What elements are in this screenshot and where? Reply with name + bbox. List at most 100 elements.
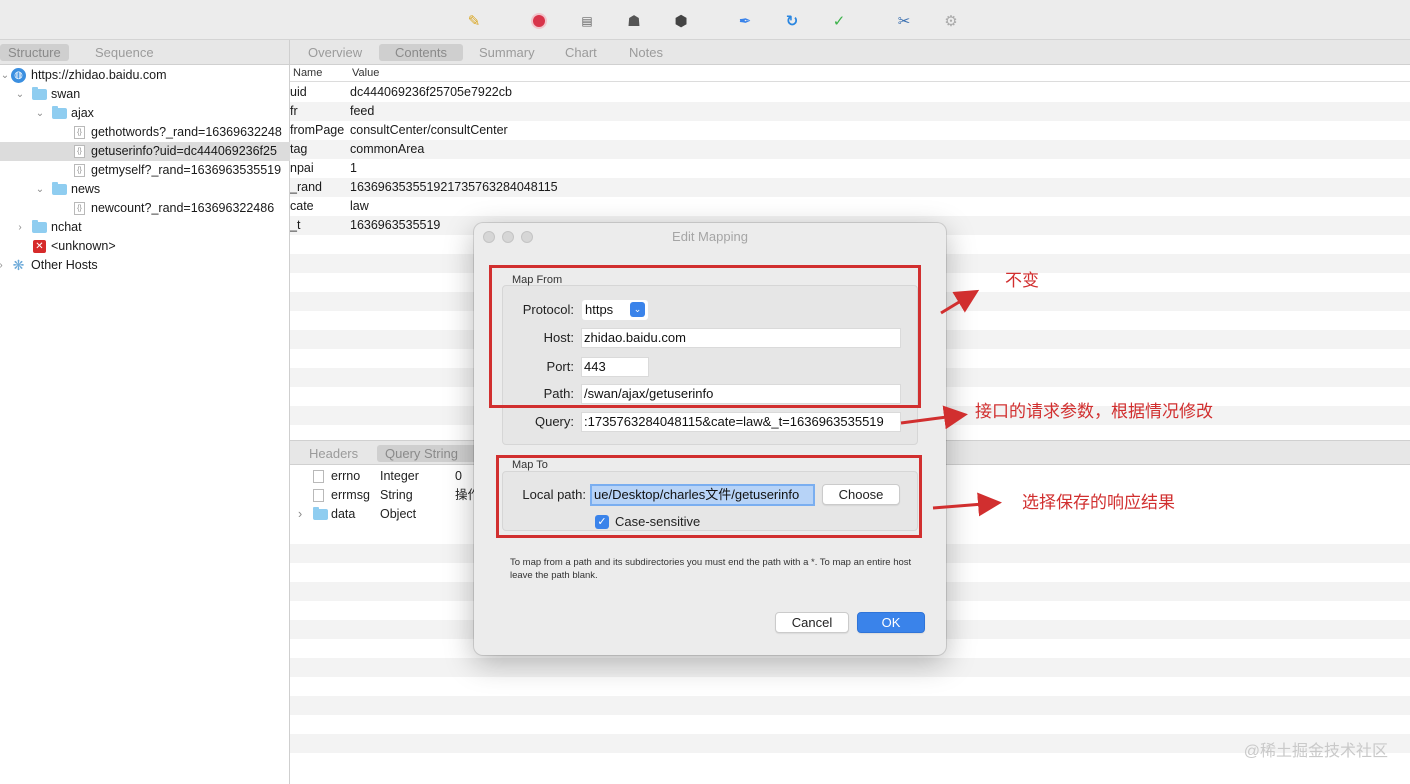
tab-contents[interactable]: Contents — [379, 44, 463, 61]
annotation-unchanged: 不变 — [1005, 271, 1039, 290]
param-row[interactable]: fromPage consultCenter/consultCenter — [290, 121, 1410, 140]
tab-structure[interactable]: Structure — [0, 44, 69, 61]
param-value: law — [350, 199, 369, 213]
param-row[interactable]: npai 1 — [290, 159, 1410, 178]
tree-item-getmyself[interactable]: {} getmyself?_rand=1636963535519 — [0, 161, 290, 180]
ok-button[interactable]: OK — [857, 612, 925, 633]
param-value: dc444069236f25705e7922cb — [350, 85, 512, 99]
annotation-box-map-to — [496, 455, 922, 538]
param-key: tag — [290, 142, 308, 156]
tree-folder-swan[interactable]: ⌄ swan — [0, 85, 290, 104]
tree-item-label: newcount?_rand=163696322486 — [91, 201, 275, 215]
param-row[interactable]: fr feed — [290, 102, 1410, 121]
record-icon[interactable] — [530, 12, 548, 30]
param-value: consultCenter/consultCenter — [350, 123, 508, 137]
param-row[interactable]: _rand 16369635355192173576328404811​5 — [290, 178, 1410, 197]
chevron-down-icon[interactable]: ⌄ — [15, 85, 25, 104]
pen-icon[interactable]: ✒ — [736, 12, 754, 30]
chevron-down-icon[interactable]: ⌄ — [35, 104, 45, 123]
chevron-right-icon[interactable]: › — [15, 218, 25, 237]
error-icon: ✕ — [33, 240, 46, 253]
tab-sequence[interactable]: Sequence — [87, 44, 162, 61]
tab-chart[interactable]: Chart — [557, 44, 605, 61]
file-icon — [313, 489, 324, 502]
tree-item-label: gethotwords?_rand=16369632248 — [91, 125, 282, 139]
query-label: Query: — [534, 414, 574, 429]
param-value: commonArea — [350, 142, 425, 156]
response-type: Integer — [380, 469, 419, 483]
tree-host-label: https://zhidao.baidu.com — [31, 68, 167, 82]
chevron-down-icon[interactable]: ⌄ — [35, 180, 45, 199]
tab-overview[interactable]: Overview — [300, 44, 370, 61]
param-key: _rand — [290, 180, 322, 194]
help-text: To map from a path and its subdirectorie… — [510, 557, 912, 581]
settings-icon[interactable]: ⚙ — [942, 12, 960, 30]
stop-icon[interactable]: ⬢ — [672, 12, 690, 30]
tree-item-label: getuserinfo?uid=dc444069236f25 — [91, 144, 277, 158]
chevron-right-icon[interactable]: › — [298, 505, 302, 524]
folder-icon — [313, 507, 328, 520]
tree-item-label: getmyself?_rand=1636963535519 — [91, 163, 282, 177]
check-icon[interactable]: ✓ — [830, 12, 848, 30]
tree-item-unknown[interactable]: ✕ <unknown> — [0, 237, 290, 256]
folder-icon — [32, 220, 47, 233]
param-value: 16369635355192173576328404811​5 — [350, 180, 558, 194]
dialog-title: Edit Mapping — [672, 229, 748, 244]
param-key: fr — [290, 104, 298, 118]
chevron-right-icon[interactable]: › — [0, 256, 6, 275]
tree-other-hosts[interactable]: › ❋ Other Hosts — [0, 256, 290, 275]
empty-row — [290, 696, 1410, 715]
json-file-icon: {} — [74, 145, 85, 158]
empty-row — [290, 734, 1410, 753]
tab-notes[interactable]: Notes — [621, 44, 671, 61]
tree-item-newcount[interactable]: {} newcount?_rand=163696322486 — [0, 199, 290, 218]
tree-folder-label: news — [71, 182, 101, 196]
tree-item-getuserinfo[interactable]: {} getuserinfo?uid=dc444069236f25 — [0, 142, 290, 161]
watermark: @稀土掘金技术社区 — [1243, 743, 1388, 760]
param-key: uid — [290, 85, 307, 99]
tab-summary[interactable]: Summary — [471, 44, 543, 61]
param-row[interactable]: uid dc444069236f25705e7922cb — [290, 83, 1410, 102]
tab-query-string[interactable]: Query String — [377, 445, 477, 462]
query-input[interactable]: :1735763284048115&cate=law&_t=1636963535… — [581, 412, 901, 432]
tree-host[interactable]: ⌄ ◍ https://zhidao.baidu.com — [0, 66, 290, 85]
param-key: npai — [290, 161, 314, 175]
cancel-button[interactable]: Cancel — [775, 612, 849, 633]
response-value: 0 — [455, 469, 462, 483]
refresh-icon[interactable]: ↻ — [783, 12, 801, 30]
column-value[interactable]: Value — [352, 67, 379, 79]
broom-icon[interactable]: ✎ — [465, 12, 483, 30]
annotation-box-map-from — [489, 265, 921, 408]
column-name[interactable]: Name — [293, 67, 322, 79]
json-file-icon: {} — [74, 164, 85, 177]
column-header: Name Value — [290, 65, 1410, 82]
response-type: Object — [380, 507, 417, 521]
param-value: feed — [350, 104, 375, 118]
tree-folder-label: ajax — [71, 106, 94, 120]
toolbar: ✎ ▤ ☗ ⬢ ✒ ↻ ✓ ✂ ⚙ — [0, 0, 1410, 40]
annotation-select-response: 选择保存的响应结果 — [1022, 493, 1175, 512]
tree-folder-ajax[interactable]: ⌄ ajax — [0, 104, 290, 123]
tab-headers[interactable]: Headers — [301, 445, 366, 462]
tools-icon[interactable]: ✂ — [895, 12, 913, 30]
throttle-icon[interactable]: ▤ — [578, 12, 596, 30]
param-row[interactable]: cate law — [290, 197, 1410, 216]
tree-item-label: Other Hosts — [31, 258, 98, 272]
chevron-down-icon[interactable]: ⌄ — [0, 66, 10, 85]
annotation-query-params: 接口的请求参数，根据情况修改 — [975, 402, 1213, 421]
response-name: errno — [331, 469, 361, 483]
globe-icon: ◍ — [11, 68, 26, 83]
response-name: errmsg — [331, 488, 370, 502]
turtle-icon[interactable]: ☗ — [625, 12, 643, 30]
param-key: _t — [290, 218, 301, 232]
structure-panel: Structure Sequence ⌄ ◍ https://zhidao.ba… — [0, 40, 290, 784]
response-type: String — [380, 488, 413, 502]
folder-icon — [52, 182, 67, 195]
tree-item-gethotwords[interactable]: {} gethotwords?_rand=16369632248 — [0, 123, 290, 142]
tree-folder-nchat[interactable]: › nchat — [0, 218, 290, 237]
param-key: cate — [290, 199, 314, 213]
param-row[interactable]: tag commonArea — [290, 140, 1410, 159]
right-tab-bar: Overview Contents Summary Chart Notes — [290, 40, 1410, 65]
param-value: 1636963535519 — [350, 218, 441, 232]
tree-folder-news[interactable]: ⌄ news — [0, 180, 290, 199]
